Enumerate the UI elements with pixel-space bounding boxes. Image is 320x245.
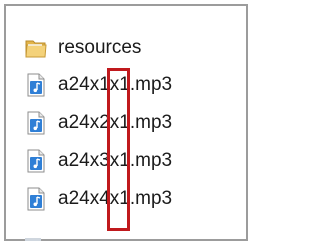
folder-item-resources[interactable]: resources	[25, 29, 235, 66]
file-item-a24x1x1[interactable]: a24x1x1.mp3	[25, 66, 235, 104]
file-item-a24x4x1[interactable]: a24x4x1.mp3	[25, 180, 235, 218]
highlight-annotation-box	[107, 68, 130, 231]
audio-file-icon	[27, 111, 45, 135]
next-item-icon-peek	[25, 238, 41, 241]
audio-file-icon	[27, 73, 45, 97]
file-list: resources a24x1x1.mp3 a24x2x1.mp3 a24x3x…	[25, 29, 235, 218]
item-label: resources	[58, 37, 142, 58]
file-item-a24x3x1[interactable]: a24x3x1.mp3	[25, 142, 235, 180]
file-item-a24x2x1[interactable]: a24x2x1.mp3	[25, 104, 235, 142]
audio-file-icon	[27, 187, 45, 211]
audio-file-icon	[27, 149, 45, 173]
folder-icon	[25, 40, 47, 58]
